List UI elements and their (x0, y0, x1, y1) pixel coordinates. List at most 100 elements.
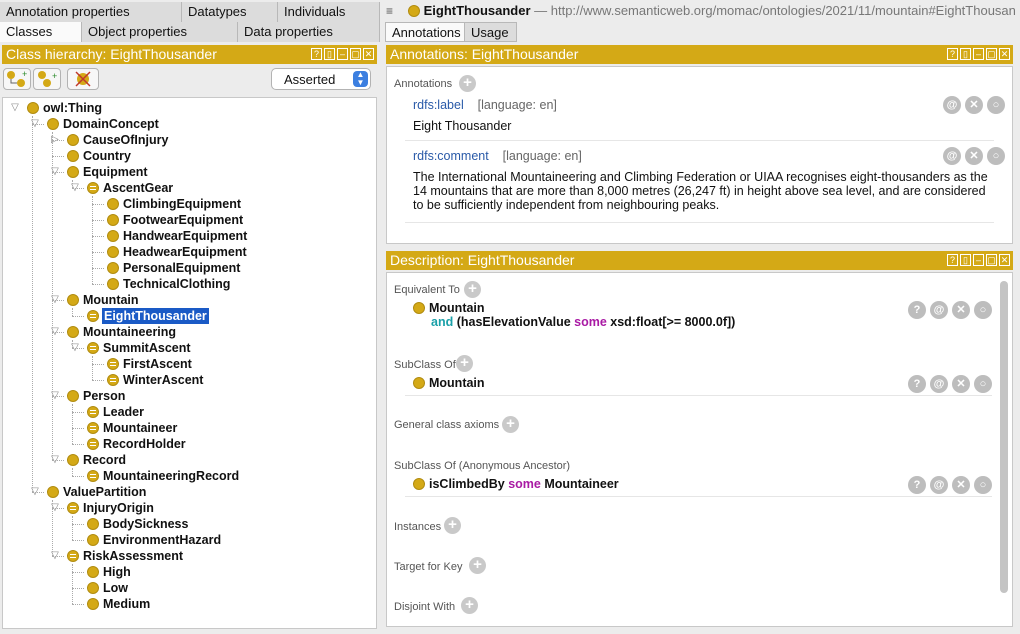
label-annotation-row: rdfs:label [language: en] (413, 98, 557, 112)
split-icon[interactable]: ▯ (324, 48, 335, 60)
minimize-icon[interactable]: – (973, 254, 984, 266)
add-disjoint-button[interactable]: + (461, 597, 478, 614)
class-icon (67, 390, 79, 402)
tab-annotations[interactable]: Annotations (385, 22, 465, 42)
minimize-icon[interactable]: – (337, 48, 348, 60)
class-icon (87, 582, 99, 594)
tree-node-label: Country (83, 149, 131, 163)
annotations-title: Annotations: EightThousander (390, 46, 579, 62)
disjoint-with-title: Disjoint With (394, 601, 456, 613)
tab-datatypes[interactable]: Datatypes (182, 2, 278, 22)
maximize-icon[interactable]: ▢ (986, 48, 997, 60)
entity-title-bar: ≡ EightThousander — http://www.semanticw… (386, 3, 1016, 19)
add-equivalent-button[interactable]: + (464, 281, 481, 298)
tab-individuals[interactable]: Individuals (278, 2, 380, 22)
tree-node-label: FirstAscent (123, 357, 192, 371)
tab-row-bottom: Classes Object properties Data propertie… (0, 22, 380, 42)
tab-classes[interactable]: Classes (0, 22, 82, 42)
edit-icon[interactable]: ○ (987, 147, 1005, 165)
menu-icon[interactable]: ≡ (386, 4, 398, 18)
class-icon (47, 486, 59, 498)
tab-usage[interactable]: Usage (465, 22, 517, 42)
description-panel: Equivalent To + Mountain and (hasElevati… (386, 272, 1013, 627)
tab-annotation-properties[interactable]: Annotation properties (0, 2, 182, 22)
tree-node-label: CauseOfInjury (83, 133, 169, 147)
help-icon[interactable]: ? (311, 48, 322, 60)
class-icon (87, 422, 99, 434)
class-icon (87, 470, 99, 482)
equivalent-class-expression[interactable]: Mountain and (hasElevationValue some xsd… (413, 301, 735, 329)
edit-icon[interactable]: ○ (974, 375, 992, 393)
class-hierarchy-header: Class hierarchy: EightThousander ? ▯ – ▢ ✕ (2, 45, 377, 64)
tree-node-label: MountaineeringRecord (103, 469, 240, 483)
minimize-icon[interactable]: – (973, 48, 984, 60)
annotate-icon[interactable]: @ (930, 375, 948, 393)
label-value: Eight Thousander (413, 119, 512, 133)
class-icon (67, 326, 79, 338)
expr-part2: xsd:float[>= 8000.0f]) (606, 315, 736, 329)
split-icon[interactable]: ▯ (960, 48, 971, 60)
add-subclass-button[interactable]: + (3, 68, 31, 90)
class-icon (87, 518, 99, 530)
explain-icon[interactable]: ? (908, 375, 926, 393)
add-general-axiom-button[interactable]: + (502, 416, 519, 433)
add-key-button[interactable]: + (469, 557, 486, 574)
delete-icon[interactable]: ✕ (952, 375, 970, 393)
split-icon[interactable]: ▯ (960, 254, 971, 266)
annotate-icon[interactable]: @ (930, 476, 948, 494)
class-icon (67, 150, 79, 162)
tree-node-label: FootwearEquipment (123, 213, 244, 227)
delete-icon[interactable]: ✕ (952, 476, 970, 494)
tree-node-label: Mountaineer (103, 421, 178, 435)
tab-data-properties[interactable]: Data properties (238, 22, 380, 42)
tree-node-label: DomainConcept (63, 117, 159, 131)
annotate-icon[interactable]: @ (943, 147, 961, 165)
class-icon (413, 377, 425, 389)
ancestor-property: isClimbedBy (429, 477, 505, 491)
tab-row-top: Annotation properties Datatypes Individu… (0, 2, 380, 22)
edit-icon[interactable]: ○ (974, 476, 992, 494)
description-scrollbar[interactable] (1000, 281, 1008, 593)
entity-iri: — http://www.semanticweb.org/momac/ontol… (534, 3, 1016, 18)
entity-tab-row: Annotations Usage (385, 22, 1015, 42)
maximize-icon[interactable]: ▢ (350, 48, 361, 60)
edit-icon[interactable]: ○ (974, 301, 992, 319)
comment-property[interactable]: rdfs:comment (413, 149, 489, 163)
class-icon (87, 438, 99, 450)
ancestor-row[interactable]: isClimbedBy some Mountaineer (413, 477, 619, 491)
close-view-icon[interactable]: ✕ (999, 254, 1010, 266)
delete-class-button[interactable] (67, 68, 99, 90)
tab-object-properties[interactable]: Object properties (82, 22, 238, 42)
add-instance-button[interactable]: + (444, 517, 461, 534)
class-icon (107, 246, 119, 258)
close-view-icon[interactable]: ✕ (363, 48, 374, 60)
maximize-icon[interactable]: ▢ (986, 254, 997, 266)
help-icon[interactable]: ? (947, 254, 958, 266)
tree-node-label: Medium (103, 597, 151, 611)
superclass-row[interactable]: Mountain (413, 376, 485, 390)
add-sibling-button[interactable]: + (33, 68, 61, 90)
class-icon (107, 278, 119, 290)
add-superclass-button[interactable]: + (456, 355, 473, 372)
add-annotation-button[interactable]: + (459, 75, 476, 92)
close-view-icon[interactable]: ✕ (999, 48, 1010, 60)
superclass-name: Mountain (429, 376, 485, 390)
label-property[interactable]: rdfs:label (413, 98, 464, 112)
tree-node-label: EightThousander (102, 308, 209, 324)
help-icon[interactable]: ? (947, 48, 958, 60)
explain-icon[interactable]: ? (908, 476, 926, 494)
explain-icon[interactable]: ? (908, 301, 926, 319)
annotate-icon[interactable]: @ (930, 301, 948, 319)
edit-icon[interactable]: ○ (987, 96, 1005, 114)
tree-node-label: RecordHolder (103, 437, 186, 451)
annotations-section-label: Annotations (394, 78, 453, 90)
hierarchy-mode-select[interactable]: Asserted ▲ ▼ (271, 68, 371, 90)
delete-icon[interactable]: ✕ (952, 301, 970, 319)
class-icon (87, 598, 99, 610)
expanded-arrow-icon[interactable]: ▽ (9, 100, 21, 116)
annotate-icon[interactable]: @ (943, 96, 961, 114)
right-pane: ≡ EightThousander — http://www.semanticw… (383, 0, 1020, 634)
tree-node-label: TechnicalClothing (123, 277, 231, 291)
delete-icon[interactable]: ✕ (965, 96, 983, 114)
delete-icon[interactable]: ✕ (965, 147, 983, 165)
